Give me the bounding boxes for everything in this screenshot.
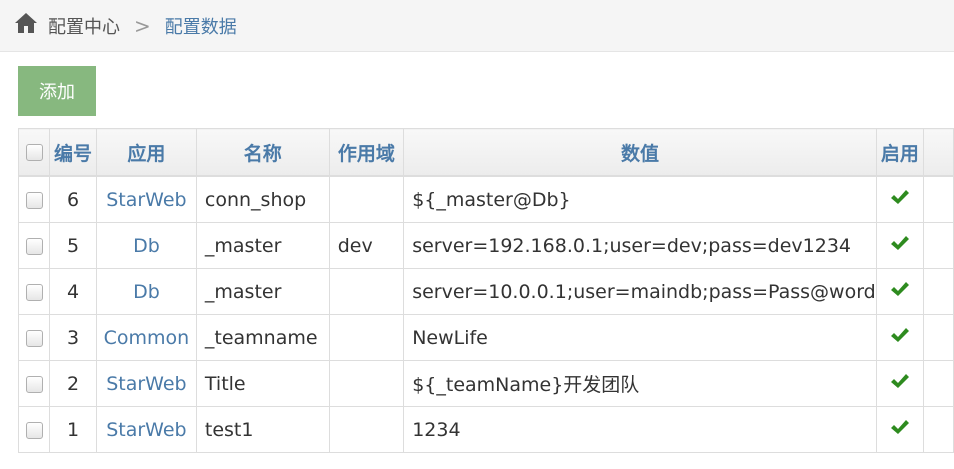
cell-scope xyxy=(328,360,405,407)
cell-enabled xyxy=(875,406,924,453)
cell-name: _master xyxy=(195,222,330,269)
header-enabled[interactable]: 启用 xyxy=(875,128,924,177)
table-row: 4 Db _master server=10.0.0.1;user=maindb;pa… xyxy=(17,268,954,315)
cell-name: conn_shop xyxy=(195,175,330,223)
add-button[interactable]: 添加 xyxy=(18,66,96,116)
row-select-cell xyxy=(17,314,51,361)
config-table: 编号 应用 名称 作用域 数值 启用 6 StarWeb conn_shop ${_m… xyxy=(17,128,954,453)
cell-app-link[interactable]: StarWeb xyxy=(95,406,197,453)
select-all-cell xyxy=(17,128,51,177)
cell-value: server=192.168.0.1;user=dev;pass=dev1234 xyxy=(403,222,877,269)
check-icon xyxy=(890,326,910,349)
table-header-row: 编号 应用 名称 作用域 数值 启用 xyxy=(17,128,954,177)
table-row: 3 Common _teamname NewLife xyxy=(17,314,954,361)
breadcrumb: 配置中心 > 配置数据 xyxy=(0,0,954,52)
cell-enabled xyxy=(875,175,924,223)
breadcrumb-home[interactable]: 配置中心 xyxy=(14,12,120,39)
cell-id: 5 xyxy=(49,222,97,269)
breadcrumb-current: 配置数据 xyxy=(164,16,237,38)
row-select-cell xyxy=(17,222,51,269)
header-name[interactable]: 名称 xyxy=(195,128,330,177)
toolbar: 添加 xyxy=(0,52,954,116)
cell-more xyxy=(922,222,954,269)
row-checkbox[interactable] xyxy=(25,191,43,209)
header-id[interactable]: 编号 xyxy=(49,128,97,177)
breadcrumb-home-label: 配置中心 xyxy=(48,16,120,38)
cell-more xyxy=(922,175,954,223)
check-icon xyxy=(890,418,910,441)
cell-name: _master xyxy=(195,268,330,315)
cell-id: 2 xyxy=(49,360,97,407)
cell-value: ${_teamName}开发团队 xyxy=(403,360,877,407)
cell-value: 1234 xyxy=(403,406,877,453)
header-scope[interactable]: 作用域 xyxy=(328,128,405,177)
row-checkbox[interactable] xyxy=(25,421,43,439)
cell-app-link[interactable]: Common xyxy=(95,314,197,361)
check-icon xyxy=(890,372,910,395)
cell-scope xyxy=(328,268,405,315)
cell-enabled xyxy=(875,222,924,269)
row-checkbox[interactable] xyxy=(25,329,43,347)
cell-id: 3 xyxy=(49,314,97,361)
cell-name: Title xyxy=(195,360,330,407)
cell-more xyxy=(922,268,954,315)
cell-enabled xyxy=(875,268,924,315)
cell-app-link[interactable]: Db xyxy=(95,268,197,315)
header-more xyxy=(922,128,954,177)
cell-more xyxy=(922,314,954,361)
row-checkbox[interactable] xyxy=(25,283,43,301)
cell-scope xyxy=(328,406,405,453)
cell-scope: dev xyxy=(328,222,405,269)
cell-enabled xyxy=(875,314,924,361)
cell-value: ${_master@Db} xyxy=(403,175,877,223)
cell-more xyxy=(922,406,954,453)
cell-more xyxy=(922,360,954,407)
table-row: 1 StarWeb test1 1234 xyxy=(17,406,954,453)
cell-enabled xyxy=(875,360,924,407)
home-icon xyxy=(14,12,48,39)
cell-scope xyxy=(328,314,405,361)
cell-id: 4 xyxy=(49,268,97,315)
header-value[interactable]: 数值 xyxy=(403,128,877,177)
table-row: 6 StarWeb conn_shop ${_master@Db} xyxy=(17,175,954,223)
row-checkbox[interactable] xyxy=(25,375,43,393)
row-select-cell xyxy=(17,268,51,315)
table-row: 2 StarWeb Title ${_teamName}开发团队 xyxy=(17,360,954,407)
cell-app-link[interactable]: Db xyxy=(95,222,197,269)
cell-scope xyxy=(328,175,405,223)
cell-name: test1 xyxy=(195,406,330,453)
row-select-cell xyxy=(17,175,51,223)
select-all-checkbox[interactable] xyxy=(25,144,43,161)
cell-app-link[interactable]: StarWeb xyxy=(95,175,197,223)
breadcrumb-separator: > xyxy=(134,13,151,38)
cell-value: NewLife xyxy=(403,314,877,361)
check-icon xyxy=(890,234,910,257)
cell-id: 6 xyxy=(49,175,97,223)
row-checkbox[interactable] xyxy=(25,237,43,255)
cell-app-link[interactable]: StarWeb xyxy=(95,360,197,407)
header-app[interactable]: 应用 xyxy=(95,128,197,177)
check-icon xyxy=(890,188,910,211)
cell-name: _teamname xyxy=(195,314,330,361)
cell-id: 1 xyxy=(49,406,97,453)
row-select-cell xyxy=(17,360,51,407)
table-row: 5 Db _master dev server=192.168.0.1;user=dev… xyxy=(17,222,954,269)
row-select-cell xyxy=(17,406,51,453)
cell-value: server=10.0.0.1;user=maindb;pass=Pass@wo… xyxy=(403,268,877,315)
check-icon xyxy=(890,280,910,303)
